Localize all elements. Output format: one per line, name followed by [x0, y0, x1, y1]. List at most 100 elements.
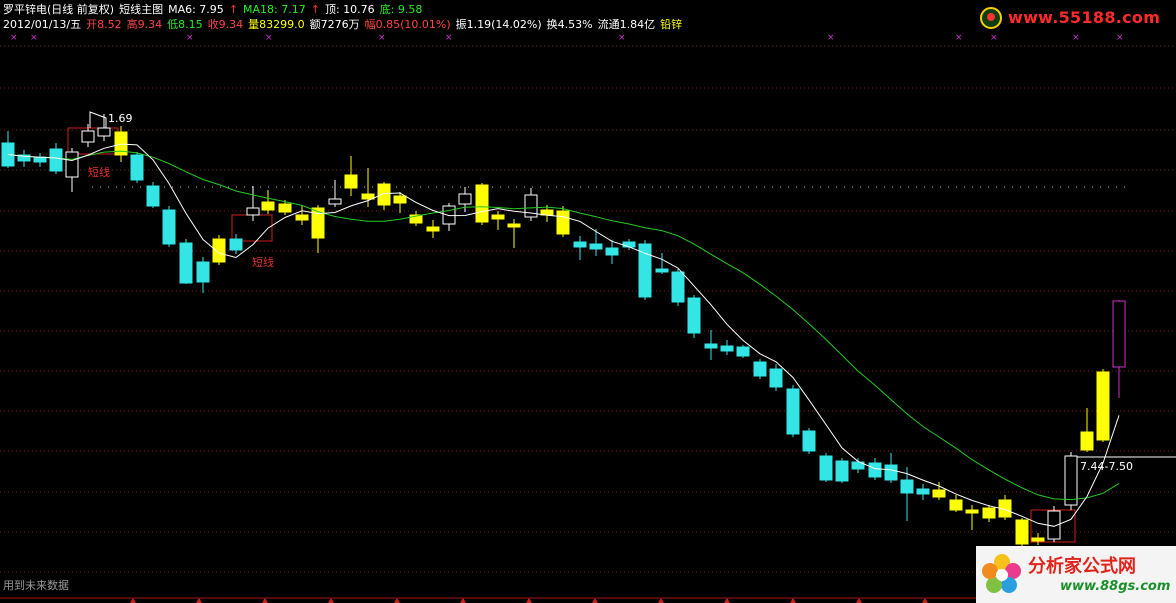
candle-body	[916, 488, 930, 495]
candle	[328, 180, 342, 207]
candle	[638, 240, 652, 300]
candle-body	[868, 462, 882, 478]
candle	[426, 220, 440, 238]
candle	[884, 453, 898, 483]
candle-body	[605, 247, 619, 256]
site-logo-top[interactable]: www.55188.com	[978, 6, 1174, 32]
candle	[261, 190, 275, 214]
candle-body	[1112, 300, 1126, 368]
candle-body	[146, 185, 160, 207]
candle-body	[196, 261, 210, 283]
candle	[786, 385, 800, 437]
candle	[81, 124, 95, 147]
candle	[491, 211, 505, 230]
candle	[295, 205, 309, 225]
candle-body	[720, 345, 734, 352]
candle-body	[900, 479, 914, 494]
candle	[33, 153, 47, 167]
candle	[146, 182, 160, 208]
candle-body	[884, 464, 898, 481]
candle	[65, 148, 79, 192]
candle	[819, 453, 833, 482]
candle	[409, 211, 423, 226]
header-field: MA18: 7.17	[243, 3, 306, 16]
time-tick	[790, 598, 796, 603]
candle-body	[458, 193, 472, 205]
candle	[196, 257, 210, 293]
site-logo-bottom[interactable]: 分析家公式网 www.88gs.com	[976, 546, 1176, 603]
candle	[687, 295, 701, 338]
chart-annotation: 7.44-7.50	[1080, 460, 1133, 473]
header-field: 顶: 10.76	[324, 3, 375, 16]
bottom-ticks	[130, 598, 928, 603]
candle-body	[819, 455, 833, 481]
candle-body	[162, 209, 176, 245]
candle-body	[261, 201, 275, 211]
candlestick-chart[interactable]: × × × × × × × × × × × × 1.69短线短线7.44-7.50	[0, 0, 1176, 603]
header-field: ↑	[310, 3, 320, 16]
candle-body	[671, 271, 685, 303]
site-logo-url: www.88gs.com	[1060, 579, 1171, 594]
candle-body	[426, 226, 440, 232]
flower-icon	[982, 554, 1021, 593]
time-tick	[328, 598, 334, 603]
header-field: 底: 9.58	[379, 3, 423, 16]
x-marker: ×	[1072, 33, 1080, 43]
candle	[556, 206, 570, 237]
candle	[475, 183, 489, 225]
candle	[916, 484, 930, 500]
x-marker: ×	[186, 33, 194, 43]
candle-body	[442, 205, 456, 225]
header-field: 额7276万	[309, 18, 360, 31]
header-field: 短线主图	[119, 3, 164, 16]
candle-body	[704, 343, 718, 349]
candle-body	[491, 214, 505, 220]
candle	[965, 505, 979, 530]
candle	[507, 219, 521, 248]
candle	[573, 236, 587, 260]
header-field: 高9.34	[126, 18, 163, 31]
time-tick	[922, 598, 928, 603]
candle-body	[246, 207, 260, 216]
candle	[605, 240, 619, 264]
x-marker: ×	[618, 33, 626, 43]
candle	[998, 495, 1012, 520]
time-tick	[196, 598, 202, 603]
x-marker: ×	[378, 33, 386, 43]
dotted-levels	[92, 186, 1176, 458]
x-marker: ×	[955, 33, 963, 43]
time-tick	[526, 598, 532, 603]
candle-body	[1031, 537, 1045, 542]
candle	[671, 269, 685, 306]
candle	[1, 131, 15, 168]
site-logo-name: 分析家公式网	[1028, 556, 1136, 577]
signal-boxes	[67, 111, 1076, 543]
header-field: 流通1.84亿	[597, 18, 656, 31]
candle	[589, 229, 603, 256]
candle	[1031, 533, 1045, 545]
candle	[769, 364, 783, 391]
candle-body	[130, 154, 144, 181]
candle	[982, 505, 996, 522]
candle	[344, 156, 358, 196]
candle-body	[622, 241, 636, 248]
candle	[851, 458, 865, 473]
candle-body	[97, 127, 111, 137]
chart-annotation: 1.69	[108, 112, 133, 125]
candle-body	[49, 148, 63, 172]
candles	[1, 114, 1126, 546]
x-marker: ×	[10, 33, 18, 43]
candle-body	[556, 210, 570, 235]
x-marker: ×	[445, 33, 453, 43]
x-marker: ×	[30, 33, 38, 43]
candle	[802, 428, 816, 454]
candle-body	[278, 203, 292, 213]
quote-header-line2: 2012/01/13/五 开8.52 高9.34 低8.15 收9.34 量83299.0…	[3, 17, 687, 32]
chart-annotations: 1.69短线短线7.44-7.50	[88, 112, 1133, 473]
header-field: 收9.34	[207, 18, 244, 31]
x-marker: ×	[990, 33, 998, 43]
candle	[130, 152, 144, 183]
candle-body	[1064, 455, 1078, 506]
candle-body	[1080, 431, 1094, 451]
header-field: MA6: 7.95	[168, 3, 224, 16]
